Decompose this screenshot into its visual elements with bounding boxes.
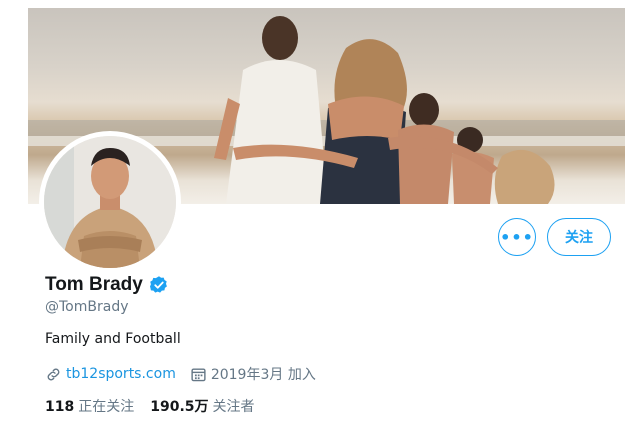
calendar-icon (191, 367, 206, 381)
follow-button[interactable]: 关注 (547, 218, 611, 256)
followers-label: 关注者 (212, 399, 255, 415)
profile-name-row: Tom Brady (45, 274, 169, 296)
following-count: 118 (45, 399, 75, 415)
following-label: 正在关注 (78, 399, 135, 415)
joined-item: 2019年3月 加入 (190, 364, 316, 384)
website-item: tb12sports.com (45, 366, 176, 383)
profile-meta: tb12sports.com 2019年3月 加入 (45, 364, 316, 384)
more-button[interactable]: ••• (498, 218, 536, 256)
website-link[interactable]: tb12sports.com (66, 366, 176, 382)
profile-stats: 118 正在关注 190.5万 关注者 (45, 396, 255, 416)
profile-handle: @TomBrady (45, 299, 129, 315)
joined-date: 2019年3月 加入 (210, 367, 316, 383)
followers-count: 190.5万 (150, 399, 209, 415)
profile-name: Tom Brady (45, 274, 143, 295)
more-icon: ••• (500, 227, 534, 247)
avatar-photo (44, 136, 176, 268)
verified-badge-icon (149, 276, 167, 293)
follow-button-label: 关注 (565, 230, 593, 246)
avatar[interactable] (44, 136, 176, 268)
followers-stat[interactable]: 190.5万 关注者 (150, 396, 254, 416)
following-stat[interactable]: 118 正在关注 (45, 396, 134, 416)
link-icon (47, 368, 60, 380)
profile-bio: Family and Football (45, 331, 181, 347)
